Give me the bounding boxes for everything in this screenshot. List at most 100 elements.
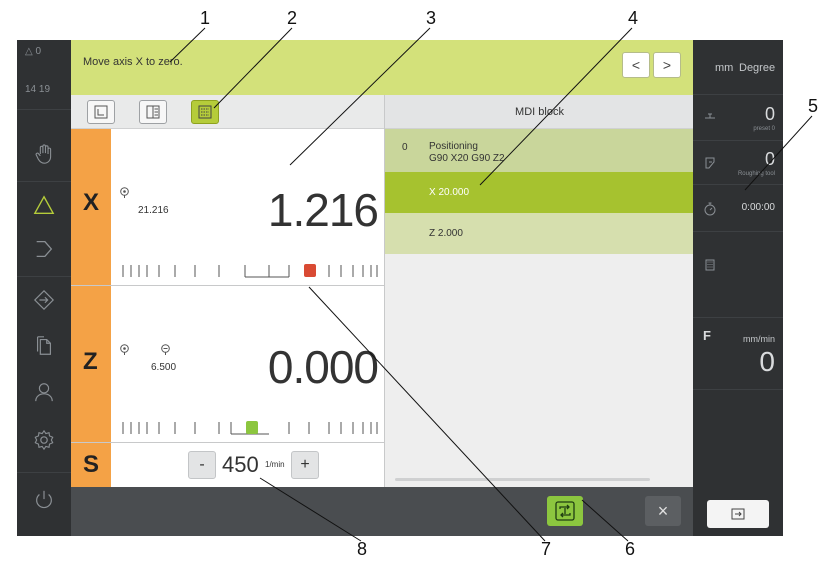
preset-status[interactable]: 0 preset 0 [693, 95, 783, 141]
close-button[interactable]: × [645, 496, 681, 526]
split-view-icon [146, 105, 160, 119]
setup-icon [33, 289, 55, 311]
preset-label: preset 0 [753, 126, 775, 132]
triangle-icon [33, 195, 55, 214]
sign-out-icon [731, 508, 745, 520]
reference-mark-icon [120, 187, 129, 198]
menu-program-run[interactable] [17, 227, 71, 271]
callout-6: 6 [625, 539, 636, 559]
action-bar: × [71, 487, 693, 536]
axis-ref-value-z: 6.500 [151, 362, 177, 373]
menu-mdi-mode[interactable] [17, 183, 71, 227]
position-scale-z [122, 421, 378, 435]
axis-row-s[interactable]: S - 450 1/min + [71, 443, 384, 487]
axis-view-icon [94, 105, 108, 119]
quick-access-button[interactable] [707, 500, 769, 528]
callout-7: 7 [541, 539, 552, 559]
plus-label: + [300, 456, 310, 473]
minus-label: - [199, 456, 205, 473]
callout-3: 3 [426, 8, 437, 28]
message-bar[interactable]: Move axis X to zero. < > [71, 40, 693, 95]
mdi-scrollbar[interactable] [395, 478, 650, 481]
view-single-button[interactable] [87, 100, 115, 124]
user-icon [35, 383, 53, 402]
menu-file-management[interactable] [17, 324, 71, 368]
menu-settings[interactable] [17, 418, 71, 462]
tool-icon [705, 157, 715, 169]
mdi-block-code: G90 X20 G90 Z2 [429, 153, 505, 164]
mdi-title: MDI block [515, 105, 564, 118]
units-setting[interactable]: mm Degree [693, 40, 783, 95]
tool-status[interactable]: 0 Roughing tool [693, 141, 783, 185]
program-view-icon [198, 105, 212, 119]
feed-value: 0 [759, 346, 775, 377]
tool-label: Roughing tool [737, 171, 775, 177]
axis-position-z: 0.000 [267, 341, 379, 393]
message-prev-button[interactable]: < [622, 52, 650, 78]
view-toolbar [71, 95, 384, 129]
chevron-left-icon: < [631, 57, 641, 73]
axis-letter-x: X [83, 189, 100, 216]
menu-user-login[interactable] [17, 370, 71, 414]
view-program-button[interactable] [191, 100, 219, 124]
axis-tab-x[interactable]: X [71, 129, 111, 285]
chevron-right-icon: > [662, 57, 672, 73]
mdi-block-positioning[interactable]: 0 Positioning G90 X20 G90 Z2 [385, 129, 694, 172]
main-menu: △ 0 14 19 [17, 40, 71, 536]
timer-status[interactable]: 0:00:00 [693, 185, 783, 232]
mdi-step-label: X 20.000 [429, 187, 470, 198]
feed-letter: F [703, 328, 711, 343]
cycle-icon [555, 501, 575, 521]
unit-length: mm [715, 62, 734, 74]
status-indicator[interactable]: △ 0 14 19 [17, 40, 71, 110]
axis-tab-z[interactable]: Z [71, 286, 111, 442]
axis-letter-s: S [83, 451, 100, 478]
menu-power[interactable] [17, 478, 71, 522]
callout-8: 8 [357, 539, 368, 559]
mdi-step-z[interactable]: Z 2.000 [385, 213, 694, 254]
hmi-screen: △ 0 14 19 Move axis X to zero. < > X 21.… [17, 40, 783, 536]
callout-2: 2 [287, 8, 298, 28]
reference-mark-icon [120, 344, 129, 355]
mdi-panel: MDI block 0 Positioning G90 X20 G90 Z2 X… [384, 95, 694, 487]
axis-ref-value-x: 21.216 [138, 205, 169, 216]
view-split-button[interactable] [139, 100, 167, 124]
target-position-icon [161, 344, 170, 355]
feed-unit: mm/min [743, 334, 775, 344]
message-next-button[interactable]: > [653, 52, 681, 78]
feed-status[interactable]: F mm/min 0 [693, 318, 783, 390]
axis-tab-s[interactable]: S [71, 443, 111, 487]
menu-setup[interactable] [17, 278, 71, 322]
callout-1: 1 [200, 8, 211, 28]
menu-manual-mode[interactable] [17, 132, 71, 176]
axis-letter-z: Z [83, 348, 98, 375]
timer-value: 0:00:00 [741, 202, 775, 213]
message-text: Move axis X to zero. [83, 56, 183, 68]
callout-4: 4 [628, 8, 639, 28]
mdi-block-name: Positioning [429, 141, 478, 152]
cycle-start-button[interactable] [547, 496, 583, 526]
spindle-decrease-button[interactable]: - [188, 451, 216, 479]
spindle-increase-button[interactable]: + [291, 451, 319, 479]
preset-icon [705, 113, 715, 119]
mdi-block-number: 0 [402, 142, 408, 153]
aid-status[interactable] [693, 232, 783, 318]
mdi-step-x[interactable]: X 20.000 [385, 172, 694, 213]
spindle-speed-value: 450 [222, 452, 259, 477]
mdi-step-label: Z 2.000 [429, 228, 463, 239]
tool-value: 0 [764, 149, 775, 169]
spindle-speed-unit: 1/min [265, 460, 285, 469]
position-scale-x [122, 264, 378, 278]
axis-row-x[interactable]: X 21.216 1.216 [71, 129, 384, 286]
position-marker-x [304, 264, 316, 277]
axis-position-x: 1.216 [267, 184, 379, 236]
warnings-count: △ 0 [25, 46, 42, 57]
axis-row-z[interactable]: Z 6.500 0.000 [71, 286, 384, 443]
gear-icon [34, 429, 54, 451]
stopwatch-icon [704, 202, 716, 216]
program-run-icon [36, 241, 53, 257]
unit-angle: Degree [739, 62, 776, 74]
callout-5: 5 [808, 96, 819, 116]
status-bar: mm Degree 0 preset 0 0 Roughing tool 0:0… [693, 40, 783, 536]
files-icon [36, 336, 52, 355]
